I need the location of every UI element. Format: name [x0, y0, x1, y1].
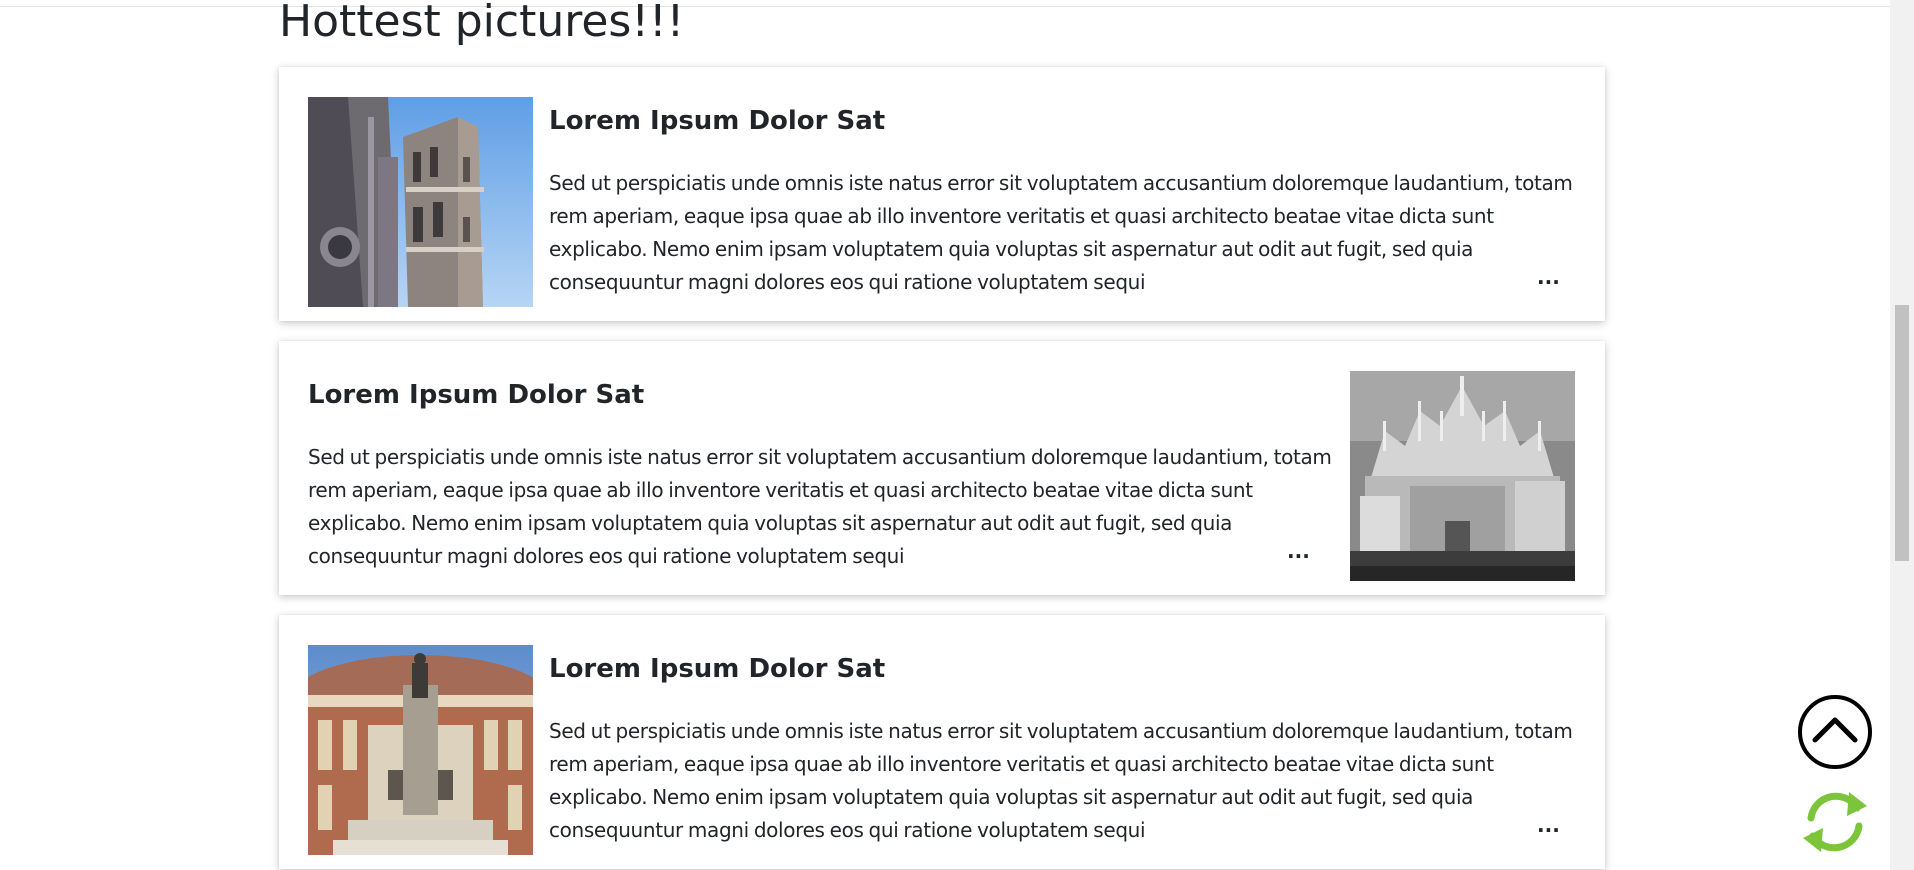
refresh-icon [1803, 792, 1867, 852]
read-more-link[interactable]: ... [1537, 815, 1560, 835]
picture-card: Lorem Ipsum Dolor Sat Sed ut perspiciati… [279, 615, 1605, 869]
florence-cathedral-image[interactable] [308, 97, 533, 307]
card-body: Lorem Ipsum Dolor Sat Sed ut perspiciati… [549, 97, 1589, 307]
read-more-link[interactable]: ... [1537, 267, 1560, 287]
card-title: Lorem Ipsum Dolor Sat [549, 654, 886, 684]
page-title: Hottest pictures!!! [279, 0, 685, 47]
milan-cathedral-image[interactable] [1350, 371, 1575, 581]
card-title: Lorem Ipsum Dolor Sat [308, 380, 645, 410]
picture-card: Lorem Ipsum Dolor Sat Sed ut perspiciati… [279, 341, 1605, 595]
card-text: Sed ut perspiciatis unde omnis iste natu… [549, 171, 1573, 294]
card-body: Lorem Ipsum Dolor Sat Sed ut perspiciati… [549, 645, 1589, 855]
refresh-button[interactable] [1797, 784, 1873, 860]
picture-card: Lorem Ipsum Dolor Sat Sed ut perspiciati… [279, 67, 1605, 321]
scrollbar-thumb[interactable] [1895, 305, 1909, 561]
card-title: Lorem Ipsum Dolor Sat [549, 106, 886, 136]
scroll-to-top-button[interactable] [1797, 694, 1873, 770]
card-text: Sed ut perspiciatis unde omnis iste natu… [308, 445, 1332, 568]
read-more-link[interactable]: ... [1287, 541, 1310, 561]
vertical-scrollbar[interactable] [1890, 0, 1914, 870]
photo-graphic [308, 645, 533, 855]
chevron-up-circle-icon [1798, 695, 1872, 769]
card-body: Lorem Ipsum Dolor Sat Sed ut perspiciati… [308, 371, 1348, 581]
photo-graphic [308, 97, 533, 307]
royal-albert-hall-image[interactable] [308, 645, 533, 855]
card-text: Sed ut perspiciatis unde omnis iste natu… [549, 719, 1573, 842]
photo-graphic [1350, 371, 1575, 581]
